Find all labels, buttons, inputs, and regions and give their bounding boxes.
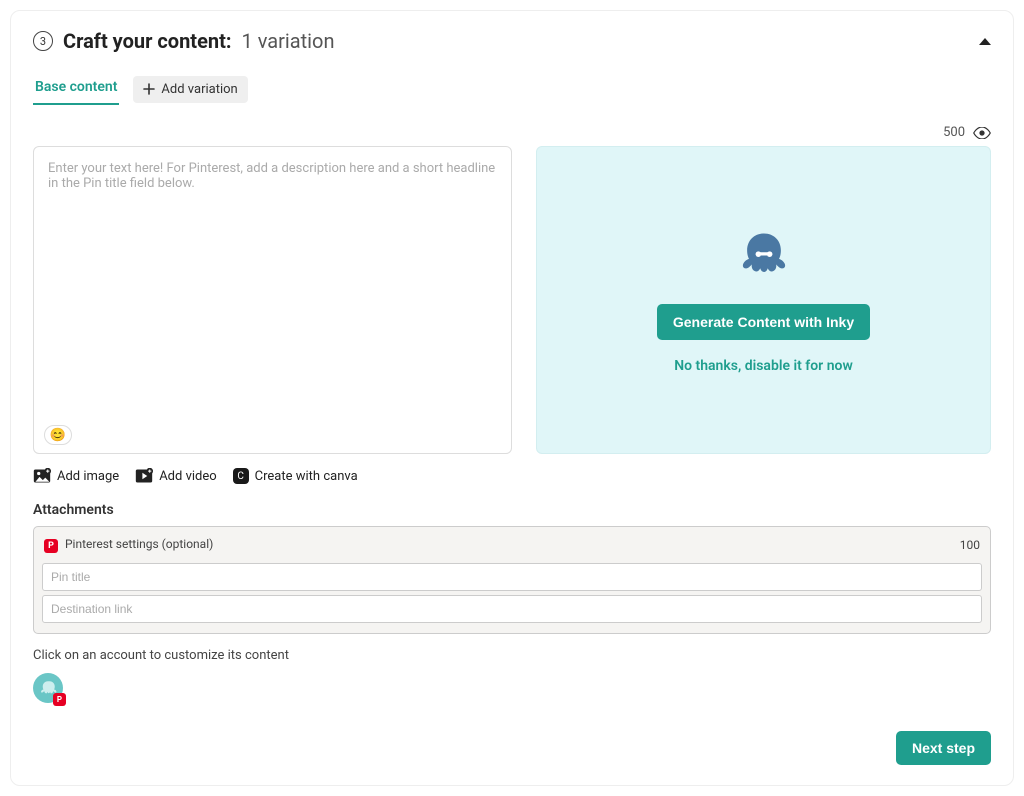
section-title: Craft your content: [63, 29, 232, 53]
plus-icon [143, 83, 155, 95]
image-icon [33, 468, 51, 484]
pinterest-settings-header: P Pinterest settings (optional) 100 [42, 535, 982, 559]
inky-octopus-icon [734, 226, 794, 286]
canva-icon: C [233, 468, 249, 484]
emoji-picker-button[interactable]: 😊 [44, 425, 72, 445]
pinterest-badge-icon: P [44, 539, 58, 553]
pinterest-settings-text: Pinterest settings (optional) [65, 537, 213, 551]
add-video-button[interactable]: Add video [135, 468, 216, 484]
emoji-icon: 😊 [50, 428, 66, 443]
generate-inky-button[interactable]: Generate Content with Inky [657, 304, 870, 340]
pinterest-settings-box: P Pinterest settings (optional) 100 [33, 526, 991, 634]
disable-inky-link[interactable]: No thanks, disable it for now [674, 358, 853, 374]
section-header: 3 Craft your content: 1 variation [33, 29, 991, 53]
pinterest-settings-label: P Pinterest settings (optional) [44, 537, 213, 553]
pin-title-input[interactable] [42, 563, 982, 591]
media-buttons-row: Add image Add video C Create with canva [33, 468, 991, 484]
footer-row: Next step [33, 731, 991, 765]
pin-char-count: 100 [960, 538, 980, 552]
content-textarea[interactable] [46, 159, 499, 409]
content-card: 3 Craft your content: 1 variation Base c… [10, 10, 1014, 786]
add-image-button[interactable]: Add image [33, 468, 119, 484]
next-step-button[interactable]: Next step [896, 731, 991, 765]
inky-panel: Generate Content with Inky No thanks, di… [536, 146, 991, 454]
add-video-label: Add video [159, 469, 216, 484]
add-image-label: Add image [57, 469, 119, 484]
add-variation-button[interactable]: Add variation [133, 76, 247, 103]
create-canva-label: Create with canva [255, 469, 358, 484]
step-number-badge: 3 [33, 31, 53, 51]
char-count-main: 500 [943, 125, 965, 140]
tabs-row: Base content Add variation [33, 73, 991, 105]
section-subtitle: 1 variation [242, 29, 335, 53]
account-avatar[interactable]: P [33, 673, 63, 703]
add-variation-label: Add variation [161, 82, 237, 97]
preview-eye-icon[interactable] [973, 127, 991, 139]
pinterest-network-badge-icon: P [53, 693, 66, 706]
customize-hint: Click on an account to customize its con… [33, 648, 991, 663]
attachments-title: Attachments [33, 502, 991, 518]
create-canva-button[interactable]: C Create with canva [233, 468, 358, 484]
text-editor: 😊 [33, 146, 512, 454]
char-count-row: 500 [33, 125, 991, 140]
tab-base-content[interactable]: Base content [33, 73, 119, 105]
video-icon [135, 468, 153, 484]
collapse-toggle-icon[interactable] [979, 38, 991, 45]
editor-columns: 😊 Generate Content with Inky No thanks, … [33, 146, 991, 454]
header-left: 3 Craft your content: 1 variation [33, 29, 335, 53]
destination-link-input[interactable] [42, 595, 982, 623]
